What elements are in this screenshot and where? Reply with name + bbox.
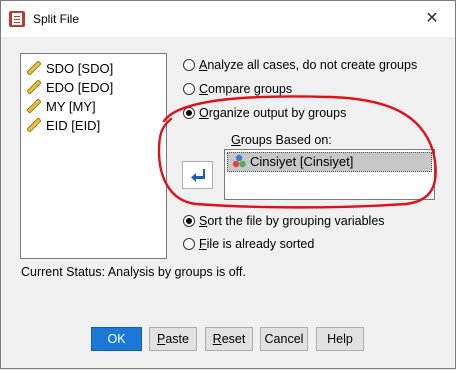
label-mnemonic: G xyxy=(231,133,241,147)
radio-label: ort the file by grouping variables xyxy=(207,214,385,228)
variable-item[interactable]: SDO [SDO] xyxy=(27,60,113,78)
radio-sort-by-grouping[interactable]: Sort the file by grouping variables xyxy=(183,214,385,230)
variable-label: EDO [EDO] xyxy=(46,80,114,95)
nominal-circles-icon xyxy=(232,154,246,168)
paste-button[interactable]: Paste xyxy=(149,327,197,351)
current-status-text: Current Status: Analysis by groups is of… xyxy=(21,265,246,279)
radio-button-off[interactable] xyxy=(183,59,195,71)
variable-item[interactable]: EDO [EDO] xyxy=(27,79,113,97)
scale-ruler-icon xyxy=(27,80,41,94)
variable-item[interactable]: EID [EID] xyxy=(27,117,100,135)
reset-button[interactable]: Reset xyxy=(205,327,253,351)
group-variable-item[interactable]: Cinsiyet [Cinsiyet] xyxy=(227,152,432,172)
move-variable-button[interactable] xyxy=(182,161,213,189)
radio-label: ile is already sorted xyxy=(206,237,315,251)
spss-app-icon xyxy=(9,11,25,27)
radio-organize-output[interactable]: Organize output by groups xyxy=(183,106,346,122)
scale-ruler-icon xyxy=(27,99,41,113)
arrow-left-icon xyxy=(191,169,205,182)
radio-button-on[interactable] xyxy=(183,107,195,119)
radio-already-sorted[interactable]: File is already sorted xyxy=(183,237,314,253)
scale-ruler-icon xyxy=(27,118,41,132)
scale-ruler-icon xyxy=(27,61,41,75)
groups-based-on-list[interactable]: Cinsiyet [Cinsiyet] xyxy=(224,149,435,200)
groups-based-on-label: Groups Based on: xyxy=(231,133,332,147)
radio-mnemonic: C xyxy=(199,82,209,96)
window-title: Split File xyxy=(33,12,80,26)
radio-label: nalyze all cases, do not create groups xyxy=(207,58,418,72)
help-button[interactable]: Help xyxy=(316,327,364,351)
variable-item[interactable]: MY [MY] xyxy=(27,98,96,116)
button-label: eset xyxy=(221,332,246,346)
radio-button-off[interactable] xyxy=(183,83,195,95)
ok-button[interactable]: OK xyxy=(91,327,142,351)
label-text: roups Based on: xyxy=(240,133,332,147)
radio-label: ompare groups xyxy=(208,82,293,96)
radio-analyze-all[interactable]: Analyze all cases, do not create groups xyxy=(183,58,417,74)
button-mnemonic: R xyxy=(212,332,222,346)
title-bar: Split File ✕ xyxy=(1,1,455,37)
group-variable-label: Cinsiyet [Cinsiyet] xyxy=(250,154,354,169)
cancel-button[interactable]: Cancel xyxy=(260,327,308,351)
variable-list[interactable]: SDO [SDO] EDO [EDO] MY [MY] EID [EID] xyxy=(20,53,167,259)
variable-label: MY [MY] xyxy=(46,99,96,114)
radio-mnemonic: F xyxy=(199,237,207,251)
radio-button-on[interactable] xyxy=(183,215,195,227)
split-file-dialog: Split File ✕ SDO [SDO] EDO [EDO] MY [MY]… xyxy=(0,0,456,369)
variable-label: SDO [SDO] xyxy=(46,61,114,76)
radio-compare-groups[interactable]: Compare groups xyxy=(183,82,292,98)
button-label: aste xyxy=(165,332,189,346)
variable-label: EID [EID] xyxy=(46,118,101,133)
radio-button-off[interactable] xyxy=(183,238,195,250)
close-icon[interactable]: ✕ xyxy=(409,1,455,37)
radio-mnemonic: O xyxy=(199,106,209,120)
radio-label: rganize output by groups xyxy=(208,106,347,120)
